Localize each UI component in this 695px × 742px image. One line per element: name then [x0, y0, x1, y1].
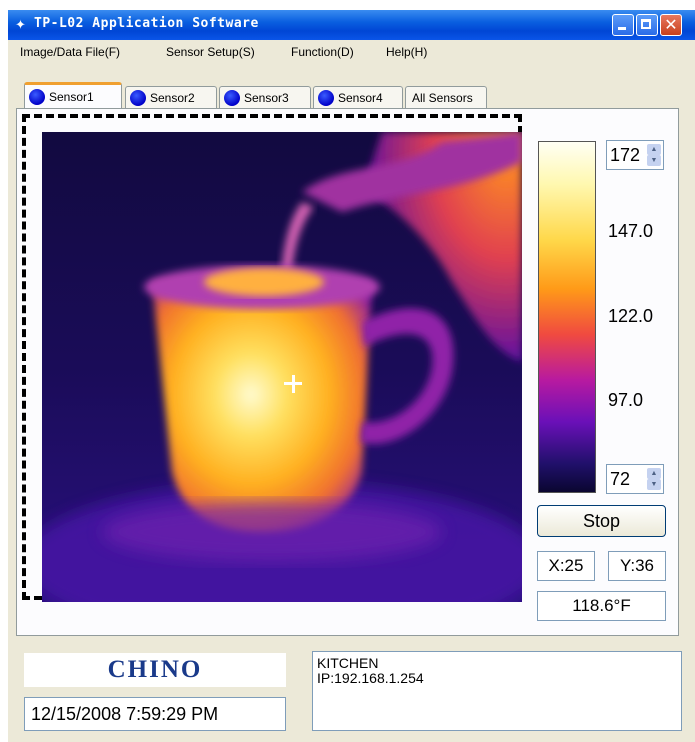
tab-label: All Sensors [412, 90, 473, 105]
spin-up-icon[interactable]: ▲ [647, 144, 661, 155]
app-icon: ✦ [15, 18, 26, 33]
tab-sensor4[interactable]: Sensor4 [313, 86, 403, 108]
sensor-status-icon [224, 89, 240, 106]
minimize-button[interactable] [612, 14, 634, 36]
stop-button[interactable]: Stop [537, 505, 666, 537]
menu-sensor-setup[interactable]: Sensor Setup(S) [166, 45, 255, 59]
thermal-image[interactable] [42, 132, 522, 602]
sensor-status-icon [318, 89, 334, 106]
spin-down-icon[interactable]: ▼ [647, 155, 661, 166]
title-bar[interactable]: ✦ TP-L02 Application Software ✕ [8, 10, 695, 40]
logo-text: CHINO [107, 656, 203, 683]
menu-bar: Image/Data File(F) Sensor Setup(S) Funct… [8, 40, 695, 66]
sensor-info-box: KITCHEN IP:192.168.1.254 [312, 651, 682, 731]
tab-sensor2[interactable]: Sensor2 [125, 86, 217, 108]
scale-max-input[interactable]: 172 ▲ ▼ [606, 140, 664, 170]
cursor-y-readout: Y:36 [608, 551, 666, 581]
tab-label: Sensor1 [49, 89, 94, 104]
temperature-readout: 118.6°F [537, 591, 666, 621]
close-icon: ✕ [664, 15, 678, 34]
menu-help[interactable]: Help(H) [386, 45, 427, 59]
sensor-status-icon [29, 88, 45, 105]
menu-image-data-file[interactable]: Image/Data File(F) [20, 45, 120, 59]
logo: CHINO [24, 653, 286, 687]
location-text: KITCHEN [317, 655, 379, 671]
scale-label: 122.0 [608, 306, 654, 326]
spin-up-icon[interactable]: ▲ [647, 468, 661, 479]
scale-label: 147.0 [608, 221, 654, 241]
tab-sensor3[interactable]: Sensor3 [219, 86, 311, 108]
maximize-button[interactable] [636, 14, 658, 36]
spin-down-icon[interactable]: ▼ [647, 479, 661, 490]
tab-sensor1[interactable]: Sensor1 [24, 82, 122, 108]
scale-label: 97.0 [608, 390, 644, 410]
tab-all-sensors[interactable]: All Sensors [405, 86, 487, 108]
scale-min-value: 72 [610, 469, 631, 489]
cursor-x-readout: X:25 [537, 551, 595, 581]
scale-max-value: 172 [610, 145, 641, 165]
menu-function[interactable]: Function(D) [291, 45, 354, 59]
color-scale-bar [538, 141, 596, 493]
close-button[interactable]: ✕ [660, 14, 682, 36]
scale-min-input[interactable]: 72 ▲ ▼ [606, 464, 664, 494]
ip-text: IP:192.168.1.254 [317, 670, 424, 686]
tab-label: Sensor2 [150, 90, 195, 105]
tab-label: Sensor4 [338, 90, 383, 105]
datetime-display: 12/15/2008 7:59:29 PM [24, 697, 286, 731]
window-title: TP-L02 Application Software [34, 16, 259, 31]
sensor-status-icon [130, 89, 146, 106]
tab-label: Sensor3 [244, 90, 289, 105]
